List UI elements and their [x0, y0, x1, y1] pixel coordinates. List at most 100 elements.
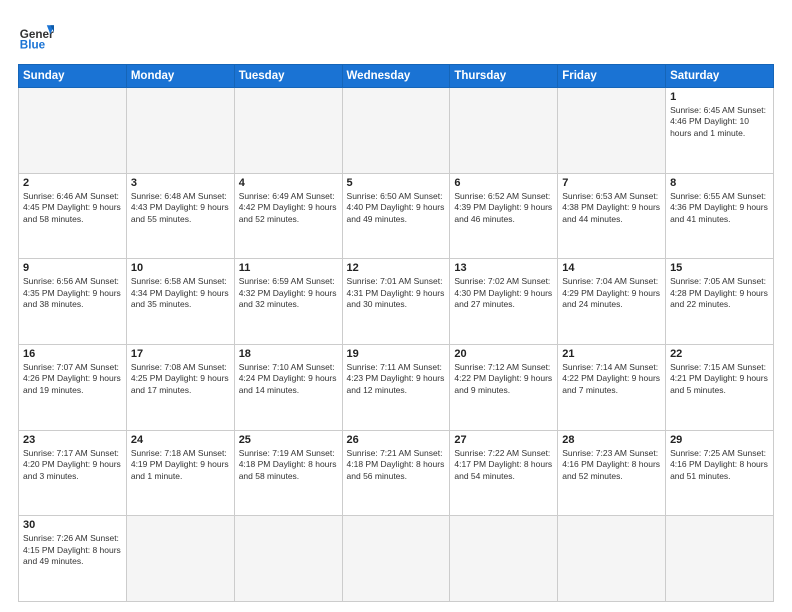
day-cell: 15 Sunrise: 7:05 AM Sunset: 4:28 PM Dayli… — [666, 259, 774, 345]
day-info: Sunrise: 6:53 AM Sunset: 4:38 PM Dayligh… — [562, 191, 661, 225]
day-info: Sunrise: 7:05 AM Sunset: 4:28 PM Dayligh… — [670, 276, 769, 310]
day-info: Sunrise: 6:50 AM Sunset: 4:40 PM Dayligh… — [347, 191, 446, 225]
day-cell — [234, 88, 342, 174]
svg-text:Blue: Blue — [20, 39, 46, 52]
day-cell — [450, 516, 558, 602]
day-cell — [342, 88, 450, 174]
day-cell: 30 Sunrise: 7:26 AM Sunset: 4:15 PM Dayli… — [19, 516, 127, 602]
day-cell: 10Sunrise: 6:58 AM Sunset: 4:34 PM Dayli… — [126, 259, 234, 345]
day-cell: 9 Sunrise: 6:56 AM Sunset: 4:35 PM Daylig… — [19, 259, 127, 345]
day-info: Sunrise: 6:46 AM Sunset: 4:45 PM Dayligh… — [23, 191, 122, 225]
weekday-header-row: SundayMondayTuesdayWednesdayThursdayFrid… — [19, 65, 774, 88]
day-number: 24 — [131, 434, 230, 446]
weekday-header-monday: Monday — [126, 65, 234, 88]
day-cell: 5 Sunrise: 6:50 AM Sunset: 4:40 PM Daylig… — [342, 173, 450, 259]
weekday-header-saturday: Saturday — [666, 65, 774, 88]
day-cell: 25 Sunrise: 7:19 AM Sunset: 4:18 PM Dayli… — [234, 430, 342, 516]
weekday-header-friday: Friday — [558, 65, 666, 88]
day-cell: 14 Sunrise: 7:04 AM Sunset: 4:29 PM Dayli… — [558, 259, 666, 345]
day-cell: 26 Sunrise: 7:21 AM Sunset: 4:18 PM Dayli… — [342, 430, 450, 516]
day-number: 15 — [670, 262, 769, 274]
day-info: Sunrise: 7:25 AM Sunset: 4:16 PM Dayligh… — [670, 448, 769, 482]
day-number: 21 — [562, 348, 661, 360]
day-info: Sunrise: 6:59 AM Sunset: 4:32 PM Dayligh… — [239, 276, 338, 310]
day-cell: 18Sunrise: 7:10 AM Sunset: 4:24 PM Dayli… — [234, 344, 342, 430]
day-number: 29 — [670, 434, 769, 446]
day-info: Sunrise: 6:48 AM Sunset: 4:43 PM Dayligh… — [131, 191, 230, 225]
day-cell: 2 Sunrise: 6:46 AM Sunset: 4:45 PM Daylig… — [19, 173, 127, 259]
day-number: 8 — [670, 177, 769, 189]
day-number: 7 — [562, 177, 661, 189]
weekday-header-wednesday: Wednesday — [342, 65, 450, 88]
day-info: Sunrise: 7:21 AM Sunset: 4:18 PM Dayligh… — [347, 448, 446, 482]
day-number: 25 — [239, 434, 338, 446]
week-row-0: 1 Sunrise: 6:45 AM Sunset: 4:46 PM Daylig… — [19, 88, 774, 174]
page: General Blue SundayMondayTuesdayWednesda… — [0, 0, 792, 612]
calendar-table: SundayMondayTuesdayWednesdayThursdayFrid… — [18, 64, 774, 602]
day-info: Sunrise: 6:58 AM Sunset: 4:34 PM Dayligh… — [131, 276, 230, 310]
day-cell: 4 Sunrise: 6:49 AM Sunset: 4:42 PM Daylig… — [234, 173, 342, 259]
day-number: 30 — [23, 519, 122, 531]
day-cell: 20 Sunrise: 7:12 AM Sunset: 4:22 PM Dayli… — [450, 344, 558, 430]
day-cell: 13Sunrise: 7:02 AM Sunset: 4:30 PM Dayli… — [450, 259, 558, 345]
day-cell — [126, 88, 234, 174]
day-cell: 11Sunrise: 6:59 AM Sunset: 4:32 PM Dayli… — [234, 259, 342, 345]
week-row-1: 2 Sunrise: 6:46 AM Sunset: 4:45 PM Daylig… — [19, 173, 774, 259]
day-info: Sunrise: 7:12 AM Sunset: 4:22 PM Dayligh… — [454, 362, 553, 396]
day-cell: 8 Sunrise: 6:55 AM Sunset: 4:36 PM Daylig… — [666, 173, 774, 259]
day-cell: 24Sunrise: 7:18 AM Sunset: 4:19 PM Dayli… — [126, 430, 234, 516]
day-number: 28 — [562, 434, 661, 446]
day-info: Sunrise: 7:14 AM Sunset: 4:22 PM Dayligh… — [562, 362, 661, 396]
day-cell — [666, 516, 774, 602]
day-info: Sunrise: 6:55 AM Sunset: 4:36 PM Dayligh… — [670, 191, 769, 225]
day-cell: 21 Sunrise: 7:14 AM Sunset: 4:22 PM Dayli… — [558, 344, 666, 430]
day-info: Sunrise: 6:45 AM Sunset: 4:46 PM Dayligh… — [670, 105, 769, 139]
day-number: 6 — [454, 177, 553, 189]
day-number: 27 — [454, 434, 553, 446]
weekday-header-thursday: Thursday — [450, 65, 558, 88]
day-number: 1 — [670, 91, 769, 103]
day-info: Sunrise: 7:04 AM Sunset: 4:29 PM Dayligh… — [562, 276, 661, 310]
day-number: 26 — [347, 434, 446, 446]
week-row-2: 9 Sunrise: 6:56 AM Sunset: 4:35 PM Daylig… — [19, 259, 774, 345]
logo-icon: General Blue — [18, 18, 54, 54]
day-cell — [558, 88, 666, 174]
day-info: Sunrise: 7:23 AM Sunset: 4:16 PM Dayligh… — [562, 448, 661, 482]
day-info: Sunrise: 6:56 AM Sunset: 4:35 PM Dayligh… — [23, 276, 122, 310]
day-info: Sunrise: 6:52 AM Sunset: 4:39 PM Dayligh… — [454, 191, 553, 225]
day-cell: 17Sunrise: 7:08 AM Sunset: 4:25 PM Dayli… — [126, 344, 234, 430]
day-number: 12 — [347, 262, 446, 274]
day-cell: 23Sunrise: 7:17 AM Sunset: 4:20 PM Dayli… — [19, 430, 127, 516]
day-number: 16 — [23, 348, 122, 360]
day-cell: 16 Sunrise: 7:07 AM Sunset: 4:26 PM Dayli… — [19, 344, 127, 430]
day-number: 19 — [347, 348, 446, 360]
day-cell — [19, 88, 127, 174]
day-number: 18 — [239, 348, 338, 360]
day-info: Sunrise: 7:15 AM Sunset: 4:21 PM Dayligh… — [670, 362, 769, 396]
day-info: Sunrise: 6:49 AM Sunset: 4:42 PM Dayligh… — [239, 191, 338, 225]
day-cell — [558, 516, 666, 602]
day-number: 23 — [23, 434, 122, 446]
day-cell: 27 Sunrise: 7:22 AM Sunset: 4:17 PM Dayli… — [450, 430, 558, 516]
day-info: Sunrise: 7:07 AM Sunset: 4:26 PM Dayligh… — [23, 362, 122, 396]
day-number: 2 — [23, 177, 122, 189]
day-info: Sunrise: 7:08 AM Sunset: 4:25 PM Dayligh… — [131, 362, 230, 396]
day-number: 14 — [562, 262, 661, 274]
day-number: 9 — [23, 262, 122, 274]
day-cell: 1 Sunrise: 6:45 AM Sunset: 4:46 PM Daylig… — [666, 88, 774, 174]
weekday-header-tuesday: Tuesday — [234, 65, 342, 88]
day-number: 4 — [239, 177, 338, 189]
day-number: 22 — [670, 348, 769, 360]
day-number: 5 — [347, 177, 446, 189]
logo: General Blue — [18, 18, 54, 54]
day-info: Sunrise: 7:26 AM Sunset: 4:15 PM Dayligh… — [23, 533, 122, 567]
day-info: Sunrise: 7:19 AM Sunset: 4:18 PM Dayligh… — [239, 448, 338, 482]
day-cell: 7 Sunrise: 6:53 AM Sunset: 4:38 PM Daylig… — [558, 173, 666, 259]
week-row-3: 16 Sunrise: 7:07 AM Sunset: 4:26 PM Dayli… — [19, 344, 774, 430]
day-info: Sunrise: 7:22 AM Sunset: 4:17 PM Dayligh… — [454, 448, 553, 482]
day-cell — [342, 516, 450, 602]
day-cell: 28 Sunrise: 7:23 AM Sunset: 4:16 PM Dayli… — [558, 430, 666, 516]
day-cell: 6 Sunrise: 6:52 AM Sunset: 4:39 PM Daylig… — [450, 173, 558, 259]
week-row-4: 23Sunrise: 7:17 AM Sunset: 4:20 PM Dayli… — [19, 430, 774, 516]
day-number: 20 — [454, 348, 553, 360]
